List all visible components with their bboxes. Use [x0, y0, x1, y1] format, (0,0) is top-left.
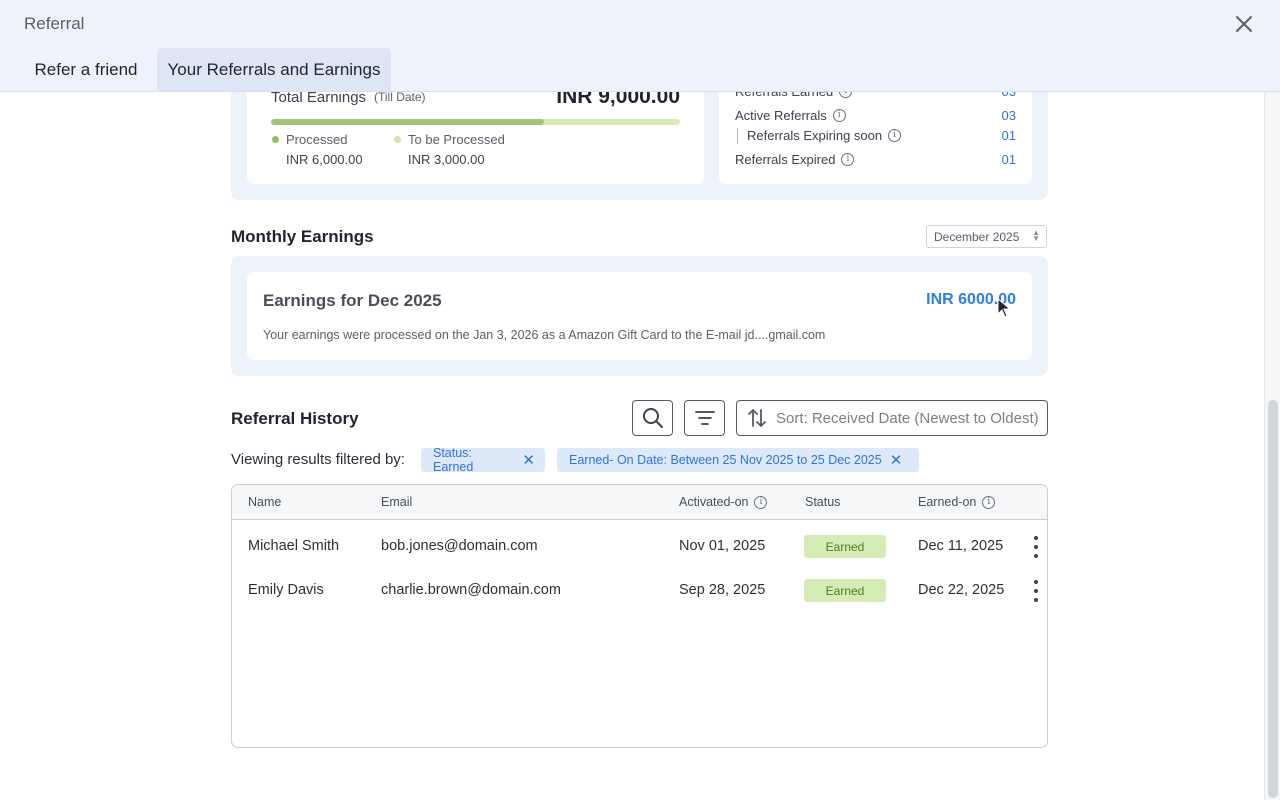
active-referrals-label: Active Referrals [735, 108, 827, 123]
filter-chip-status[interactable]: Status: Earned ✕ [421, 446, 545, 474]
referrals-expired-row: Referrals Expired i [735, 152, 855, 167]
row-activated-on: Sep 28, 2025 [679, 582, 766, 598]
monthly-earnings-card [247, 272, 1032, 360]
filter-button[interactable] [684, 400, 725, 436]
pending-dot-icon [394, 136, 401, 143]
column-header-earned-label: Earned-on [918, 495, 977, 509]
month-select-value: December 2025 [934, 229, 1020, 244]
column-header-status: Status [805, 495, 841, 509]
info-icon[interactable]: i [982, 495, 996, 509]
close-icon [1236, 16, 1252, 32]
sort-arrows-icon [748, 409, 766, 427]
sort-label: Sort: Received Date (Newest to Oldest) [776, 409, 1039, 427]
row-name: Emily Davis [248, 582, 324, 598]
processed-amount: INR 6,000.00 [286, 152, 363, 167]
filter-chip-label: Earned- On Date: Between 25 Nov 2025 to … [569, 453, 882, 467]
active-referrals-row: Active Referrals i [735, 108, 846, 123]
remove-filter-icon[interactable]: ✕ [890, 453, 903, 468]
close-button[interactable] [1232, 12, 1256, 36]
remove-filter-icon[interactable]: ✕ [522, 453, 535, 468]
row-menu-kebab-icon[interactable] [1029, 536, 1043, 558]
column-header-activated: Activated-on i [679, 495, 768, 509]
row-earned-on: Dec 22, 2025 [918, 582, 1005, 598]
earnings-month-amount[interactable]: INR 6000.00 [880, 291, 1016, 309]
updown-chevron-icon: ▲ ▼ [1032, 228, 1040, 243]
mouse-cursor-icon [997, 298, 1012, 318]
expiring-soon-value[interactable]: 01 [976, 128, 1016, 143]
month-select[interactable]: December 2025 ▲ ▼ [926, 225, 1047, 248]
monthly-earnings-title: Monthly Earnings [231, 227, 374, 246]
info-icon[interactable]: i [888, 129, 902, 142]
scrollbar-thumb[interactable] [1268, 400, 1278, 798]
row-email: charlie.brown@domain.com [381, 582, 561, 598]
referrals-expired-label: Referrals Expired [735, 152, 836, 167]
earnings-progress-bar [271, 119, 680, 125]
table-row[interactable]: Michael Smith bob.jones@domain.com Nov 0… [232, 525, 1047, 569]
row-activated-on: Nov 01, 2025 [679, 538, 766, 554]
row-name: Michael Smith [248, 538, 340, 554]
modal-title: Referral [24, 14, 85, 33]
tab-referrals-and-earnings[interactable]: Your Referrals and Earnings [157, 48, 391, 91]
info-icon[interactable]: i [832, 109, 846, 122]
sub-row-divider [737, 128, 738, 144]
search-button[interactable] [632, 400, 673, 436]
info-icon[interactable]: i [754, 495, 768, 509]
earnings-progress-fill [271, 119, 544, 125]
referrals-expired-value[interactable]: 01 [976, 152, 1016, 167]
column-header-name: Name [248, 495, 282, 509]
column-header-email: Email [381, 495, 413, 509]
filter-icon [694, 411, 715, 425]
referral-history-title: Referral History [231, 409, 359, 428]
vertical-scrollbar[interactable] [1264, 92, 1280, 800]
row-earned-on: Dec 11, 2025 [918, 538, 1004, 554]
table-header: Name Email Activated-on i Status Earned-… [232, 485, 1047, 520]
search-icon [642, 408, 663, 428]
status-badge: Earned [804, 535, 886, 558]
table-row[interactable]: Emily Davis charlie.brown@domain.com Sep… [232, 569, 1047, 613]
status-badge: Earned [804, 579, 886, 602]
expiring-soon-row: Referrals Expiring soon i [747, 128, 902, 143]
active-referrals-value[interactable]: 03 [976, 108, 1016, 123]
expiring-soon-label: Referrals Expiring soon [747, 128, 883, 143]
filter-chip-date[interactable]: Earned- On Date: Between 25 Nov 2025 to … [557, 448, 919, 472]
filter-chip-label: Status: Earned [433, 446, 474, 474]
column-header-activated-label: Activated-on [679, 495, 749, 509]
column-header-earned: Earned-on i [918, 495, 996, 509]
modal-header: Referral Refer a friend Your Referrals a… [0, 0, 1280, 92]
row-menu-kebab-icon[interactable] [1029, 580, 1043, 602]
till-date-label: (Till Date) [374, 90, 426, 104]
processed-label: Processed [286, 132, 348, 147]
referral-history-table: Name Email Activated-on i Status Earned-… [231, 484, 1048, 748]
earnings-month-title: Earnings for Dec 2025 [263, 291, 442, 310]
pending-amount: INR 3,000.00 [408, 152, 485, 167]
row-email: bob.jones@domain.com [381, 538, 538, 554]
tab-refer-a-friend[interactable]: Refer a friend [22, 48, 150, 91]
earnings-processed-note: Your earnings were processed on the Jan … [263, 328, 826, 342]
processed-dot-icon [272, 136, 279, 143]
filter-summary-label: Viewing results filtered by: [231, 451, 405, 468]
pending-label: To be Processed [408, 132, 505, 147]
sort-button[interactable]: Sort: Received Date (Newest to Oldest) [736, 400, 1048, 436]
info-icon[interactable]: i [841, 153, 855, 166]
